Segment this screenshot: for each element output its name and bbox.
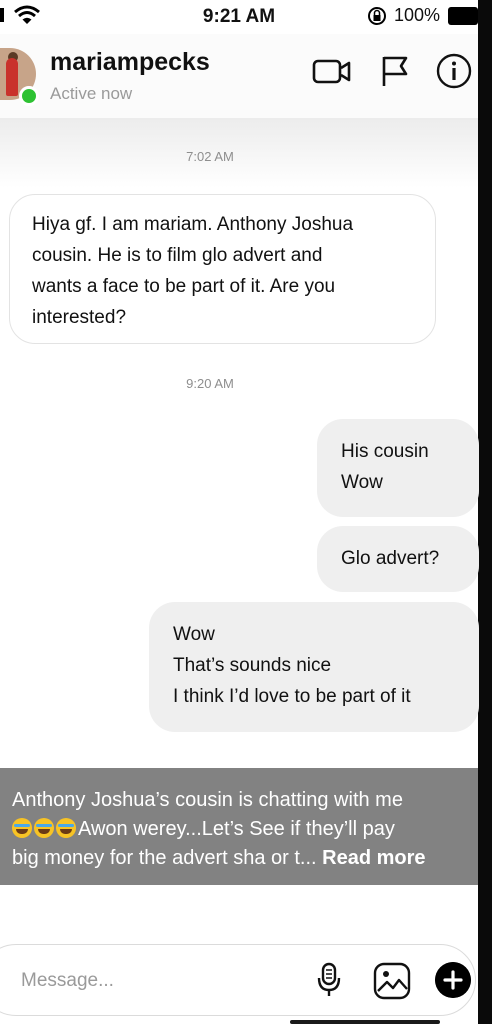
read-more-link[interactable]: Read more [322, 847, 425, 869]
video-camera-icon[interactable] [312, 56, 352, 86]
caption-line: Awon werey...Let’s See if they’ll pay [12, 815, 466, 844]
active-status-dot [19, 86, 39, 106]
message-timestamp: 7:02 AM [186, 149, 234, 164]
presence-status: Active now [50, 84, 133, 103]
caption-line: Anthony Joshua’s cousin is chatting with… [12, 789, 403, 811]
flag-icon[interactable] [380, 54, 410, 88]
caption-text: big money for the advert sha or t... [12, 847, 317, 869]
laughing-emoji-icon [12, 818, 32, 838]
message-line: interested? [32, 307, 127, 328]
laughing-emoji-icon [34, 818, 54, 838]
message-line: Glo advert? [341, 548, 440, 569]
info-icon[interactable] [436, 53, 472, 89]
message-line: wants a face to be part of it. Are you [32, 276, 336, 297]
screen-edge [478, 0, 492, 1024]
status-bar: 9:21 AM 100% [0, 0, 478, 34]
username[interactable]: mariampecks [50, 48, 210, 77]
avatar-figure [6, 58, 18, 96]
message-composer [0, 944, 476, 1016]
message-line: Wow [173, 624, 215, 645]
battery-percent: 100% [394, 5, 441, 25]
outgoing-message[interactable]: Glo advert? [317, 526, 479, 592]
caption-line: big money for the advert sha or t... Rea… [12, 844, 466, 873]
home-indicator [290, 1020, 440, 1024]
message-input[interactable] [19, 965, 303, 997]
message-line: That’s sounds nice [173, 655, 332, 676]
caption-text: Awon werey...Let’s See if they’ll pay [78, 818, 395, 840]
message-line: cousin. He is to film glo advert and [32, 245, 323, 266]
microphone-icon[interactable] [316, 962, 342, 998]
message-line: I think I’d love to be part of it [173, 686, 411, 707]
message-line: Wow [341, 472, 383, 493]
outgoing-message[interactable]: His cousin Wow [317, 419, 479, 517]
message-line: His cousin [341, 441, 429, 462]
incoming-message[interactable]: Hiya gf. I am mariam. Anthony Joshua cou… [9, 194, 436, 344]
battery-icon [448, 7, 478, 25]
chat-header: mariampecks Active now [0, 34, 478, 119]
orientation-lock-icon [368, 7, 386, 25]
gallery-icon[interactable] [373, 962, 411, 1000]
plus-circle-icon[interactable] [435, 962, 471, 998]
message-timestamp: 9:20 AM [186, 376, 234, 391]
laughing-emoji-icon [56, 818, 76, 838]
outgoing-message[interactable]: Wow That’s sounds nice I think I’d love … [149, 602, 479, 732]
message-line: Hiya gf. I am mariam. Anthony Joshua [32, 214, 354, 235]
post-caption[interactable]: Anthony Joshua’s cousin is chatting with… [0, 768, 478, 885]
message-thread: 7:02 AM Hiya gf. I am mariam. Anthony Jo… [0, 118, 479, 768]
